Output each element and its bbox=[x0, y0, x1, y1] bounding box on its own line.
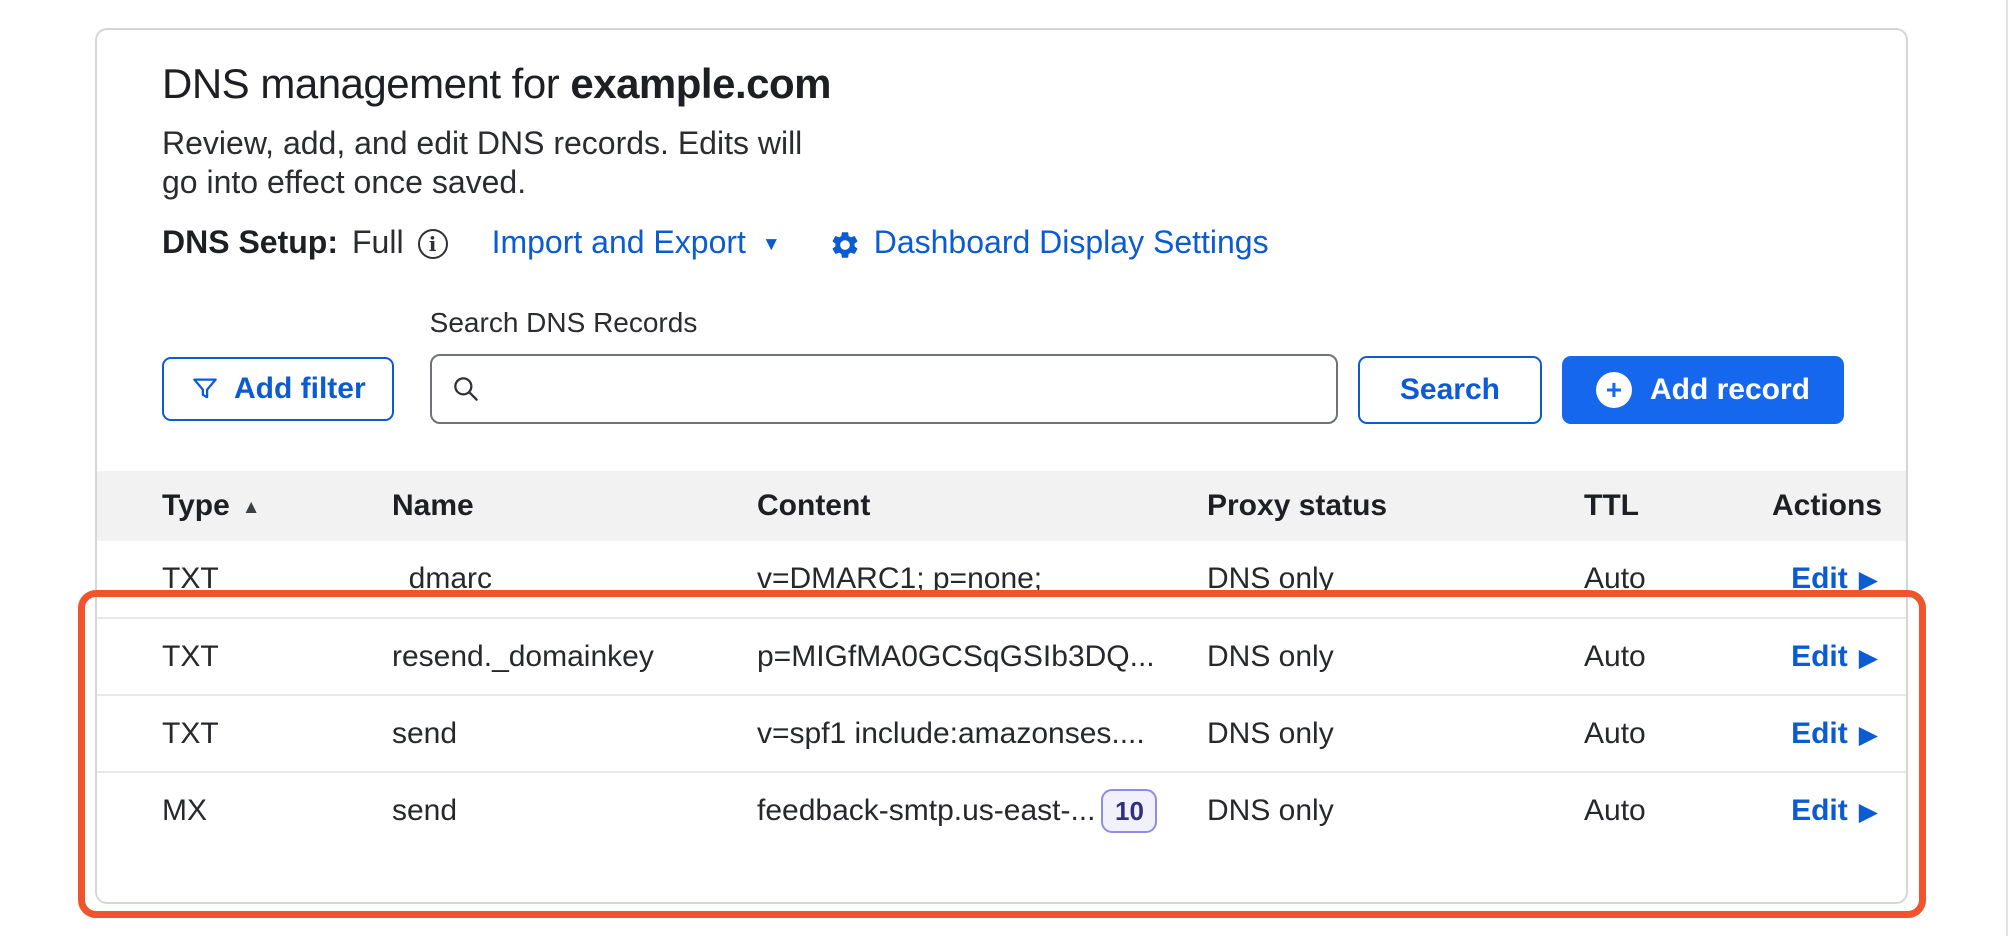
search-button[interactable]: Search bbox=[1358, 356, 1542, 424]
chevron-right-icon: ▶ bbox=[1859, 797, 1878, 827]
record-name: resend._domainkey bbox=[392, 618, 757, 695]
record-content: v=DMARC1; p=none; bbox=[757, 541, 1207, 618]
column-header-actions: Actions bbox=[1772, 471, 1906, 541]
plus-icon: + bbox=[1596, 372, 1632, 408]
edit-record-link[interactable]: Edit▶ bbox=[1791, 794, 1878, 828]
edit-record-link[interactable]: Edit▶ bbox=[1791, 562, 1878, 596]
add-filter-button[interactable]: Add filter bbox=[162, 357, 394, 421]
record-ttl: Auto bbox=[1584, 618, 1772, 695]
column-header-ttl[interactable]: TTL bbox=[1584, 471, 1772, 541]
table-row: MX send feedback-smtp.us-east-... 10 DNS… bbox=[97, 772, 1906, 849]
chevron-right-icon: ▶ bbox=[1859, 643, 1878, 673]
dashboard-display-settings-link[interactable]: Dashboard Display Settings bbox=[829, 224, 1269, 261]
filter-funnel-icon bbox=[190, 374, 220, 404]
record-name: send bbox=[392, 772, 757, 849]
dns-setup-label: DNS Setup: bbox=[162, 224, 338, 261]
dns-records-table: Type▲ Name Content Proxy status TTL Acti… bbox=[97, 471, 1906, 849]
search-icon bbox=[450, 373, 482, 405]
record-proxy-status: DNS only bbox=[1207, 541, 1584, 618]
record-content: p=MIGfMA0GCSqGSIb3DQ... bbox=[757, 618, 1207, 695]
table-row: TXT send v=spf1 include:amazonses.... DN… bbox=[97, 695, 1906, 772]
record-proxy-status: DNS only bbox=[1207, 618, 1584, 695]
table-header-row: Type▲ Name Content Proxy status TTL Acti… bbox=[97, 471, 1906, 541]
page-subtitle: Review, add, and edit DNS records. Edits… bbox=[162, 124, 1844, 202]
record-proxy-status: DNS only bbox=[1207, 695, 1584, 772]
column-header-proxy-status[interactable]: Proxy status bbox=[1207, 471, 1584, 541]
record-content: v=spf1 include:amazonses.... bbox=[757, 695, 1207, 772]
record-type: TXT bbox=[97, 618, 392, 695]
record-name: _dmarc bbox=[392, 541, 757, 618]
record-ttl: Auto bbox=[1584, 541, 1772, 618]
record-type: MX bbox=[97, 772, 392, 849]
sort-ascending-icon: ▲ bbox=[242, 497, 261, 518]
dns-setup-row: DNS Setup: Full i Import and Export ▼ Da… bbox=[162, 224, 1844, 261]
chevron-right-icon: ▶ bbox=[1859, 565, 1878, 595]
dns-setup-value: Full bbox=[352, 224, 404, 261]
info-icon[interactable]: i bbox=[418, 229, 448, 259]
record-type: TXT bbox=[97, 541, 392, 618]
table-row: TXT _dmarc v=DMARC1; p=none; DNS only Au… bbox=[97, 541, 1906, 618]
edit-record-link[interactable]: Edit▶ bbox=[1791, 717, 1878, 751]
record-ttl: Auto bbox=[1584, 695, 1772, 772]
record-ttl: Auto bbox=[1584, 772, 1772, 849]
mx-priority-badge: 10 bbox=[1101, 789, 1157, 833]
page-edge-divider bbox=[2006, 0, 2008, 936]
search-input[interactable] bbox=[494, 356, 1318, 422]
add-record-button[interactable]: + Add record bbox=[1562, 356, 1844, 424]
domain-name: example.com bbox=[570, 60, 831, 107]
chevron-down-icon: ▼ bbox=[762, 234, 781, 256]
edit-record-link[interactable]: Edit▶ bbox=[1791, 640, 1878, 674]
column-header-content[interactable]: Content bbox=[757, 471, 1207, 541]
import-export-link[interactable]: Import and Export ▼ bbox=[492, 224, 781, 261]
gear-icon bbox=[829, 229, 861, 261]
column-header-type[interactable]: Type▲ bbox=[97, 471, 392, 541]
page-title: DNS management for example.com bbox=[162, 60, 1844, 108]
table-row: TXT resend._domainkey p=MIGfMA0GCSqGSIb3… bbox=[97, 618, 1906, 695]
record-name: send bbox=[392, 695, 757, 772]
record-proxy-status: DNS only bbox=[1207, 772, 1584, 849]
search-label: Search DNS Records bbox=[430, 307, 1338, 339]
search-input-container bbox=[430, 354, 1338, 424]
chevron-right-icon: ▶ bbox=[1859, 720, 1878, 750]
record-type: TXT bbox=[97, 695, 392, 772]
dns-management-card: DNS management for example.com Review, a… bbox=[95, 28, 1908, 904]
record-content: feedback-smtp.us-east-... bbox=[757, 794, 1095, 828]
column-header-name[interactable]: Name bbox=[392, 471, 757, 541]
